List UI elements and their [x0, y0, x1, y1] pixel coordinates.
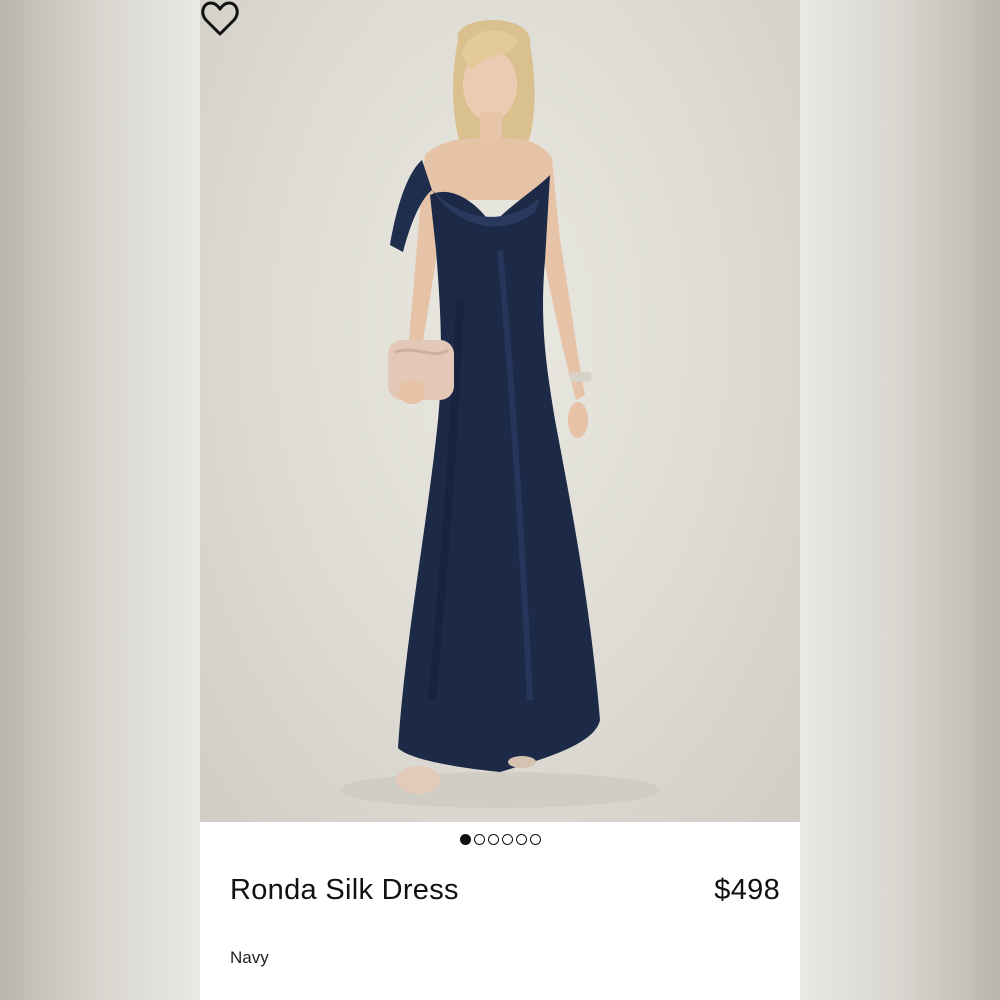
- product-price: $498: [714, 874, 780, 906]
- carousel-dot-2[interactable]: [473, 834, 485, 845]
- product-image[interactable]: [200, 0, 800, 822]
- carousel-indicators: [200, 834, 800, 845]
- product-card: Ronda Silk Dress $498 Navy: [200, 0, 800, 1000]
- heart-icon[interactable]: [200, 0, 240, 38]
- carousel-dot-3[interactable]: [487, 834, 499, 845]
- product-color: Navy: [230, 948, 269, 967]
- carousel-dot-5[interactable]: [515, 834, 527, 845]
- product-title[interactable]: Ronda Silk Dress: [230, 874, 459, 907]
- carousel-dot-1[interactable]: [459, 834, 471, 845]
- carousel-dot-4[interactable]: [501, 834, 513, 845]
- carousel-dot-6[interactable]: [529, 834, 541, 845]
- model-illustration: [340, 20, 660, 808]
